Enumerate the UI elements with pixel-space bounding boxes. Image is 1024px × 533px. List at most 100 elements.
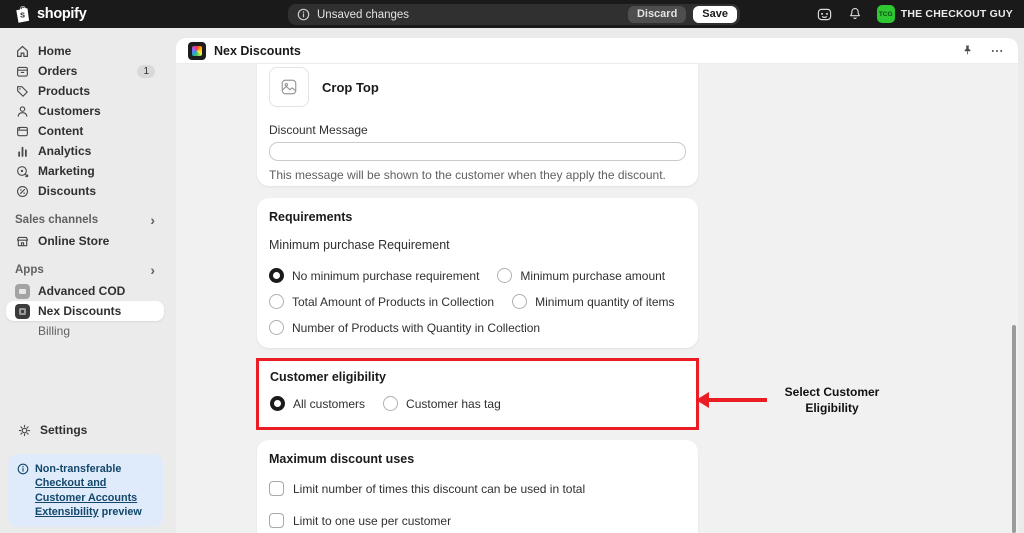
discounts-icon bbox=[15, 184, 30, 199]
gear-icon bbox=[17, 423, 32, 438]
radio-selected-icon[interactable] bbox=[270, 396, 285, 411]
product-row: Crop Top bbox=[269, 67, 686, 107]
shopify-wordmark: shopify bbox=[37, 6, 87, 22]
storefront-icon bbox=[15, 234, 30, 249]
unsaved-changes-bar: Unsaved changes Discard Save bbox=[288, 4, 740, 25]
unsaved-changes-label: Unsaved changes bbox=[317, 8, 410, 21]
sidebar: Home Orders 1 Products Customers Content… bbox=[0, 28, 170, 533]
info-icon bbox=[297, 8, 310, 21]
sidebar-item-marketing[interactable]: Marketing bbox=[6, 161, 164, 181]
sidebar-item-online-store[interactable]: Online Store bbox=[6, 231, 164, 251]
discount-message-label: Discount Message bbox=[269, 123, 368, 137]
shopify-bag-icon: S bbox=[13, 4, 33, 24]
radio-icon[interactable] bbox=[497, 268, 513, 283]
marketing-icon bbox=[15, 164, 30, 179]
eligibility-title: Customer eligibility bbox=[270, 370, 386, 384]
topbar: S shopify Unsaved changes Discard Save T… bbox=[0, 0, 1024, 28]
radio-all-customers[interactable]: All customers bbox=[270, 396, 365, 411]
requirements-card: Requirements Minimum purchase Requiremen… bbox=[257, 198, 698, 348]
chevron-right-icon[interactable]: › bbox=[150, 263, 155, 277]
shopify-logo[interactable]: S shopify bbox=[13, 0, 87, 28]
svg-text:S: S bbox=[20, 11, 25, 20]
discard-button[interactable]: Discard bbox=[627, 6, 687, 23]
extensibility-info-box: Non-transferable Checkout and Customer A… bbox=[8, 454, 163, 527]
radio-minimum-quantity[interactable]: Minimum quantity of items bbox=[512, 294, 675, 309]
radio-selected-icon[interactable] bbox=[269, 268, 284, 283]
topbar-right: TCG THE CHECKOUT GUY bbox=[816, 0, 1013, 28]
requirements-option-row: Number of Products with Quantity in Coll… bbox=[269, 320, 686, 335]
product-name: Crop Top bbox=[322, 79, 379, 95]
store-menu[interactable]: TCG THE CHECKOUT GUY bbox=[876, 5, 1013, 23]
orders-icon bbox=[15, 64, 30, 79]
discount-message-input[interactable] bbox=[269, 142, 686, 161]
radio-icon[interactable] bbox=[269, 294, 284, 309]
max-uses-title: Maximum discount uses bbox=[269, 452, 415, 466]
limit-total-uses-option[interactable]: Limit number of times this discount can … bbox=[269, 481, 686, 496]
eligibility-card: Customer eligibility All customers Custo… bbox=[259, 361, 696, 411]
product-card: Crop Top Discount Message This message w… bbox=[257, 64, 698, 186]
sidebar-item-billing[interactable]: Billing bbox=[6, 321, 164, 341]
content-icon bbox=[15, 124, 30, 139]
app-header-actions bbox=[961, 44, 1006, 58]
arrow-left-icon bbox=[696, 392, 709, 408]
vertical-scrollbar[interactable] bbox=[1012, 325, 1016, 533]
page-content: Crop Top Discount Message This message w… bbox=[256, 64, 879, 533]
product-thumbnail bbox=[269, 67, 309, 107]
products-icon bbox=[15, 84, 30, 99]
limit-per-customer-option[interactable]: Limit to one use per customer bbox=[269, 513, 686, 528]
requirements-option-row: No minimum purchase requirement Minimum … bbox=[269, 268, 686, 283]
analytics-icon bbox=[15, 144, 30, 159]
sidebar-item-settings[interactable]: Settings bbox=[8, 420, 163, 440]
sidebar-item-content[interactable]: Content bbox=[6, 121, 164, 141]
radio-customer-has-tag[interactable]: Customer has tag bbox=[383, 396, 501, 411]
store-name: THE CHECKOUT GUY bbox=[900, 8, 1013, 20]
sidebar-item-products[interactable]: Products bbox=[6, 81, 164, 101]
orders-count-badge: 1 bbox=[137, 64, 155, 78]
main-area: Nex Discounts Crop Top Discount Message … bbox=[170, 28, 1024, 533]
store-avatar: TCG bbox=[876, 5, 895, 23]
app-surface: Nex Discounts Crop Top Discount Message … bbox=[176, 38, 1018, 533]
inbox-icon[interactable] bbox=[816, 6, 833, 23]
advanced-cod-app-icon bbox=[15, 283, 30, 299]
eligibility-option-row: All customers Customer has tag bbox=[270, 396, 685, 411]
requirements-subtitle: Minimum purchase Requirement bbox=[269, 238, 450, 252]
sidebar-item-customers[interactable]: Customers bbox=[6, 101, 164, 121]
radio-no-minimum[interactable]: No minimum purchase requirement bbox=[269, 268, 479, 283]
sidebar-item-nex-discounts[interactable]: Nex Discounts bbox=[6, 301, 164, 321]
info-box-text: Non-transferable Checkout and Customer A… bbox=[35, 463, 142, 518]
apps-section: Apps › bbox=[15, 262, 155, 278]
nex-discounts-app-icon bbox=[188, 41, 206, 60]
checkbox-icon[interactable] bbox=[269, 481, 284, 496]
sidebar-item-home[interactable]: Home bbox=[6, 41, 164, 61]
save-button[interactable]: Save bbox=[693, 6, 737, 23]
max-uses-card: Maximum discount uses Limit number of ti… bbox=[257, 440, 698, 533]
nex-discounts-app-icon bbox=[15, 303, 30, 319]
sidebar-item-discounts[interactable]: Discounts bbox=[6, 181, 164, 201]
app-header: Nex Discounts bbox=[176, 38, 1018, 64]
annotation: Select Customer Eligibility bbox=[696, 384, 882, 416]
app-title: Nex Discounts bbox=[214, 43, 301, 58]
radio-icon[interactable] bbox=[512, 294, 528, 309]
sidebar-item-analytics[interactable]: Analytics bbox=[6, 141, 164, 161]
checkbox-icon[interactable] bbox=[269, 513, 284, 528]
bell-icon[interactable] bbox=[847, 6, 863, 22]
eligibility-highlight-box: Customer eligibility All customers Custo… bbox=[256, 358, 879, 430]
discount-message-helper: This message will be shown to the custom… bbox=[269, 168, 666, 182]
radio-icon[interactable] bbox=[383, 396, 399, 411]
home-icon bbox=[15, 44, 30, 59]
radio-total-amount-collection[interactable]: Total Amount of Products in Collection bbox=[269, 294, 494, 309]
sidebar-item-orders[interactable]: Orders 1 bbox=[6, 61, 164, 81]
chevron-right-icon[interactable]: › bbox=[150, 213, 155, 227]
more-dots-icon[interactable] bbox=[990, 44, 1004, 58]
radio-number-products-quantity[interactable]: Number of Products with Quantity in Coll… bbox=[269, 320, 540, 335]
requirements-option-row: Total Amount of Products in Collection M… bbox=[269, 294, 686, 309]
sidebar-item-advanced-cod[interactable]: Advanced COD bbox=[6, 281, 164, 301]
image-placeholder-icon bbox=[280, 78, 298, 96]
customers-icon bbox=[15, 104, 30, 119]
radio-icon[interactable] bbox=[269, 320, 284, 335]
arrow-line bbox=[709, 398, 767, 402]
radio-minimum-amount[interactable]: Minimum purchase amount bbox=[497, 268, 665, 283]
annotation-text: Select Customer Eligibility bbox=[784, 385, 880, 415]
sales-channels-section: Sales channels › bbox=[15, 212, 155, 228]
pin-icon[interactable] bbox=[961, 44, 974, 57]
